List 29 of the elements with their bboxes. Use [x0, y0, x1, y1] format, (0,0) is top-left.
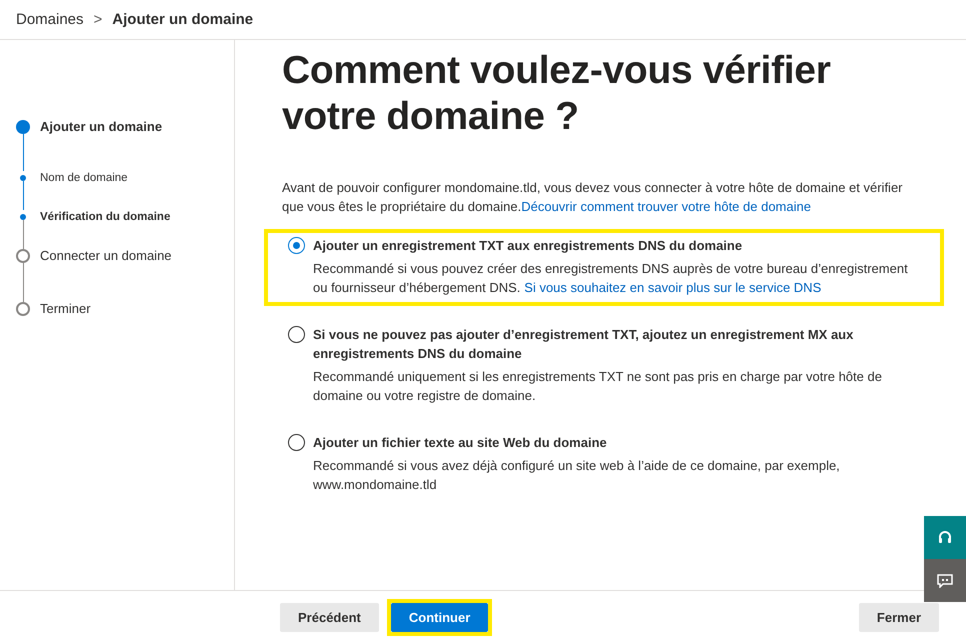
option-label: Ajouter un enregistrement TXT aux enregistrements DNS du domaine	[313, 237, 742, 255]
dns-info-link[interactable]: Si vous souhaitez en savoir plus sur le service DNS	[524, 280, 822, 295]
step-label: Terminer	[40, 302, 91, 318]
substep-label: Nom de domaine	[40, 171, 128, 186]
option-label: Si vous ne pouvez pas ajouter d’enregistrement TXT, ajoutez un enregistrement MX aux enregistrements DNS du domaine	[313, 326, 854, 363]
intro-text: Avant de pouvoir configurer mondomaine.tld, vous devez vous connecter à votre hôte de domaine et vérifier que vous êtes le propriétaire du domaine.Découvrir comment trouver votre hôte de domaine	[282, 179, 904, 216]
chat-bubble-icon	[937, 574, 953, 588]
breadcrumb-current: Ajouter un domaine	[112, 11, 254, 28]
step-label: Ajouter un domaine	[40, 120, 162, 136]
radio-button[interactable]	[288, 434, 305, 451]
breadcrumb-separator: >	[94, 11, 102, 28]
option-description: Recommandé si vous pouvez créer des enregistrements DNS auprès de votre bureau d’enregistrement ou fournisseur d’hébergement DNS. Si vous souhaitez en savoir plus sur le service DNS	[313, 260, 909, 297]
continue-button[interactable]: Continuer	[390, 602, 488, 632]
option-description: Recommandé si vous avez déjà configuré un site web à l’aide de ce domaine, par exemple, www.mondomaine.tld	[313, 457, 841, 494]
feedback-button[interactable]	[924, 559, 966, 602]
substep-dot-icon	[20, 214, 26, 220]
page-title: Comment voulez-vous vérifier votre domaine ?	[282, 48, 832, 140]
substep-label: Vérification du domaine	[40, 210, 170, 225]
breadcrumb-link[interactable]: Domaines	[16, 11, 84, 28]
help-button[interactable]	[924, 516, 966, 559]
step-label: Connecter un domaine	[40, 249, 172, 265]
option-description: Recommandé uniquement si les enregistrements TXT ne sont pas pris en charge par votre hôte de domaine ou votre registre de domaine.	[313, 368, 883, 405]
headset-icon	[938, 530, 952, 546]
radio-button[interactable]	[288, 237, 305, 254]
help-link[interactable]: Découvrir comment trouver votre hôte de domaine	[521, 199, 811, 214]
back-button[interactable]: Précédent	[280, 602, 379, 632]
option-label: Ajouter un fichier texte au site Web du domaine	[313, 434, 607, 452]
radio-button[interactable]	[288, 326, 305, 343]
close-button[interactable]: Fermer	[858, 602, 939, 632]
